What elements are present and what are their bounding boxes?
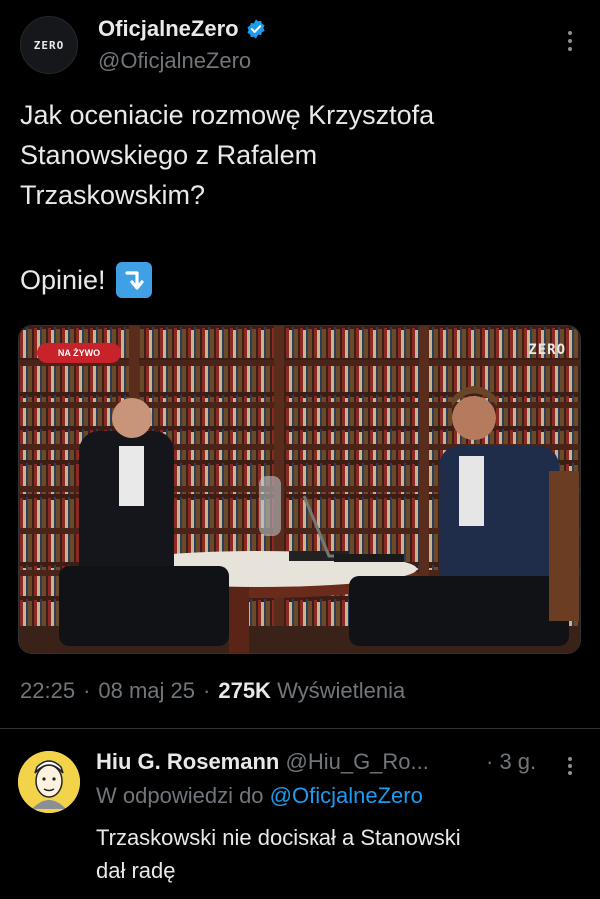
tweet-date[interactable]: 08 maj 25 (98, 678, 195, 704)
meta-separator: · (83, 678, 91, 703)
reply-author-avatar[interactable] (18, 751, 80, 813)
reply-text-line: Trzaskowski nie docisкał a Stanowski (96, 825, 461, 850)
verified-badge-icon (247, 19, 265, 39)
author-display-name[interactable]: OficjalneZero (98, 16, 239, 42)
reply-text-line: dał radę (96, 858, 176, 883)
more-options-icon[interactable] (560, 28, 580, 54)
tweet-text-line: Jak oceniacie rozmowę Krzysztofa (20, 100, 435, 130)
tweet-meta: 22:25 · 08 maj 25 · 275K Wyświetlenia (20, 678, 405, 704)
cartoon-face-icon (18, 751, 80, 813)
author-avatar[interactable]: ZERO (20, 16, 78, 74)
opinie-text: Opinie! (20, 265, 106, 295)
divider (0, 728, 600, 729)
interview-scene-image (19, 326, 580, 653)
tweet-time[interactable]: 22:25 (20, 678, 75, 704)
reply-to-handle-link[interactable]: @OficjalneZero (270, 783, 423, 808)
author-name-row: OficjalneZero (98, 16, 267, 42)
reply-to-line: W odpowiedzi do @OficjalneZero (96, 783, 423, 809)
tweet-opinie-line: Opinie! (20, 260, 152, 300)
views-label: Wyświetlenia (277, 678, 406, 703)
reply-author-handle[interactable]: @Hiu_G_Ro... (285, 749, 428, 774)
reply-author-name[interactable]: Hiu G. Rosemann (96, 749, 279, 774)
views-count: 275K (218, 678, 271, 703)
author-handle[interactable]: @OficjalneZero (98, 48, 251, 74)
reply-more-options-icon[interactable] (562, 754, 578, 778)
tweet-text-line: Trzaskowskim? (20, 180, 206, 210)
tweet-text-line: Stanowskiego z Rafalem (20, 140, 318, 170)
tweet-header: ZERO OficjalneZero @OficjalneZero (0, 0, 600, 90)
reply-text: Trzaskowski nie docisкał a Stanowski dał… (96, 821, 576, 887)
media-logo-text: ZERO (528, 342, 566, 358)
reply-header: Hiu G. Rosemann @Hiu_G_Ro... (96, 749, 429, 775)
avatar-logo-text: ZERO (33, 38, 65, 52)
meta-separator: · (203, 678, 211, 703)
live-badge: NA ŻYWO (37, 343, 121, 363)
reply-time[interactable]: · 3 g. (486, 749, 536, 775)
reply-to-label: W odpowiedzi do (96, 783, 264, 808)
tweet-text: Jak oceniacie rozmowę Krzysztofa Stanows… (20, 95, 580, 215)
tweet-media-image[interactable]: NA ŻYWO ZERO (18, 325, 581, 654)
arrow-down-right-emoji-icon (115, 262, 152, 298)
